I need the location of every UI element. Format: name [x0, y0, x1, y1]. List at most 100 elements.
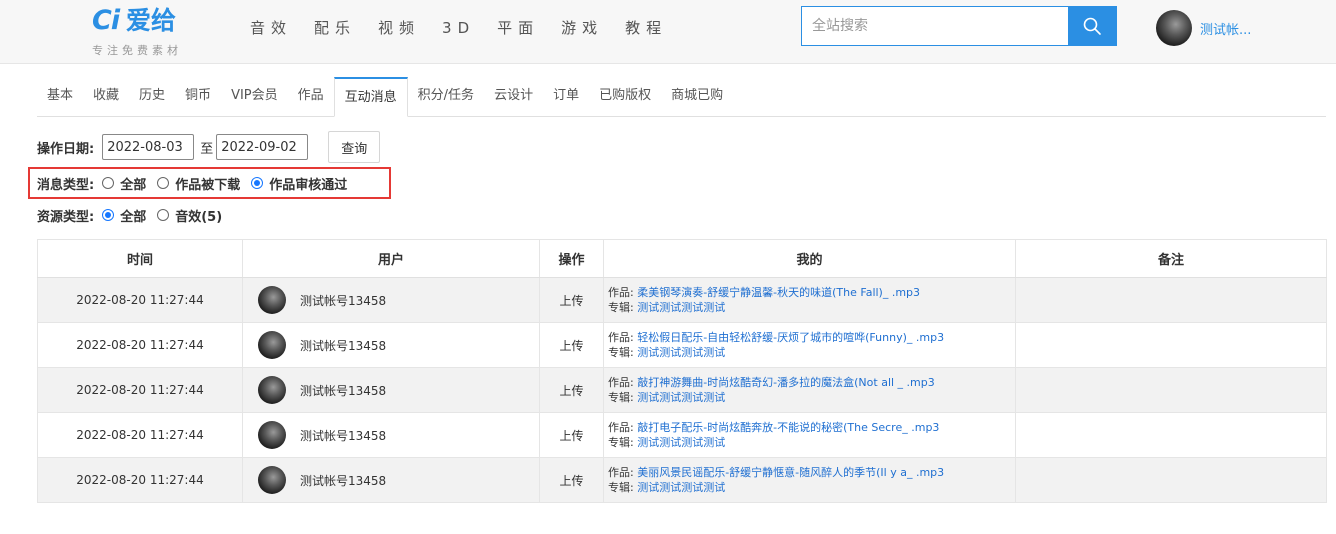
- query-button[interactable]: 查询: [328, 131, 381, 163]
- date-to-input[interactable]: [216, 134, 309, 160]
- res-type-label: 资源类型:: [37, 209, 95, 225]
- album-prefix: 专辑:: [608, 391, 638, 404]
- album-prefix: 专辑:: [608, 346, 638, 359]
- account-tabs: 基本 收藏 历史 铜币 VIP会员 作品 互动消息 积分/任务 云设计 订单 已购版权 商城已购: [37, 76, 1326, 117]
- user-name: 测试帐号13458: [300, 383, 387, 398]
- column-header: 我的: [603, 239, 1016, 278]
- work-line: 作品: 敲打神游舞曲-时尚炫酷奇幻-潘多拉的魔法盒(Not all _ .mp3: [608, 375, 1015, 390]
- nav-item[interactable]: 3D: [442, 0, 475, 56]
- avatar: [1156, 10, 1192, 46]
- tab-item[interactable]: 互动消息: [333, 77, 408, 117]
- cell-note: [1015, 457, 1327, 503]
- search-button[interactable]: [1068, 7, 1116, 45]
- cell-time: 2022-08-20 11:27:44: [37, 457, 243, 503]
- album-prefix: 专辑:: [608, 301, 638, 314]
- column-header: 时间: [37, 239, 243, 278]
- cell-user: 测试帐号13458: [242, 322, 540, 368]
- cell-note: [1015, 412, 1327, 458]
- avatar: [258, 376, 286, 404]
- cell-note: [1015, 322, 1327, 368]
- tab-item[interactable]: 商城已购: [661, 76, 733, 116]
- user-name: 测试帐...: [1200, 22, 1252, 38]
- tab-item[interactable]: 云设计: [484, 76, 543, 116]
- message-table: 时间 用户 操作 我的 备注 2022-08-20 11:27:44 测试帐号13458 上…: [37, 239, 1327, 503]
- album-line: 专辑: 测试测试测试测试: [608, 390, 1015, 405]
- cell-mine: 作品: 柔美钢琴演奏-舒缓宁静温馨-秋天的味道(The Fall)_ .mp3 专…: [603, 277, 1016, 323]
- date-from-input[interactable]: [102, 134, 195, 160]
- user-info[interactable]: 测试帐号13458: [258, 466, 539, 494]
- user-name: 测试帐号13458: [300, 473, 387, 488]
- site-search: [801, 6, 1117, 46]
- cell-operation: 上传: [539, 277, 604, 323]
- nav-item[interactable]: 游戏: [561, 0, 603, 56]
- work-link[interactable]: 轻松假日配乐-自由轻松舒缓-厌烦了城市的喧哗(Funny)_ .mp3: [637, 331, 944, 344]
- cell-time: 2022-08-20 11:27:44: [37, 412, 243, 458]
- cell-time: 2022-08-20 11:27:44: [37, 367, 243, 413]
- work-link[interactable]: 柔美钢琴演奏-舒缓宁静温馨-秋天的味道(The Fall)_ .mp3: [637, 286, 920, 299]
- user-name: 测试帐号13458: [300, 428, 387, 443]
- work-link[interactable]: 敲打神游舞曲-时尚炫酷奇幻-潘多拉的魔法盒(Not all _ .mp3: [637, 376, 935, 389]
- cell-mine: 作品: 敲打电子配乐-时尚炫酷奔放-不能说的秘密(The Secre_ .mp3…: [603, 412, 1016, 458]
- tab-item[interactable]: 作品: [288, 76, 334, 116]
- work-link[interactable]: 美丽风景民谣配乐-舒缓宁静惬意-随风醉人的季节(Il y a_ .mp3: [637, 466, 944, 479]
- tab-item[interactable]: VIP会员: [221, 76, 288, 116]
- table-row: 2022-08-20 11:27:44 测试帐号13458 上传 作品: 敲打神游舞曲…: [37, 367, 1327, 413]
- highlight-box: [28, 167, 391, 199]
- nav-item[interactable]: 平面: [497, 0, 539, 56]
- album-link[interactable]: 测试测试测试测试: [637, 391, 725, 404]
- radio-option[interactable]: 全部: [102, 206, 146, 225]
- tab-item[interactable]: 订单: [543, 76, 589, 116]
- avatar: [258, 421, 286, 449]
- radio-button[interactable]: [102, 209, 115, 221]
- search-icon: [1083, 17, 1101, 35]
- column-header: 用户: [242, 239, 540, 278]
- album-prefix: 专辑:: [608, 481, 638, 494]
- album-link[interactable]: 测试测试测试测试: [637, 301, 725, 314]
- album-link[interactable]: 测试测试测试测试: [637, 481, 725, 494]
- user-menu[interactable]: 测试帐...: [1156, 9, 1251, 47]
- user-info[interactable]: 测试帐号13458: [258, 331, 539, 359]
- search-input[interactable]: [802, 7, 1068, 45]
- cell-time: 2022-08-20 11:27:44: [37, 277, 243, 323]
- logo-name: 爱给: [126, 6, 177, 35]
- user-info[interactable]: 测试帐号13458: [258, 376, 539, 404]
- avatar: [258, 466, 286, 494]
- work-link[interactable]: 敲打电子配乐-时尚炫酷奔放-不能说的秘密(The Secre_ .mp3: [637, 421, 939, 434]
- cell-note: [1015, 367, 1327, 413]
- album-link[interactable]: 测试测试测试测试: [637, 436, 725, 449]
- date-label: 操作日期:: [37, 141, 95, 157]
- column-header: 操作: [539, 239, 604, 278]
- cell-time: 2022-08-20 11:27:44: [37, 322, 243, 368]
- radio-button[interactable]: [157, 209, 170, 221]
- cell-operation: 上传: [539, 412, 604, 458]
- nav-item[interactable]: 教程: [625, 0, 667, 56]
- tab-item[interactable]: 已购版权: [589, 76, 661, 116]
- cell-operation: 上传: [539, 322, 604, 368]
- user-name: 测试帐号13458: [300, 293, 387, 308]
- logo-slogan: 专注免费素材: [92, 44, 182, 57]
- tab-item[interactable]: 收藏: [83, 76, 129, 116]
- user-info[interactable]: 测试帐号13458: [258, 286, 539, 314]
- work-prefix: 作品:: [608, 421, 638, 434]
- nav-item[interactable]: 配乐: [314, 0, 356, 56]
- work-prefix: 作品:: [608, 376, 638, 389]
- album-line: 专辑: 测试测试测试测试: [608, 300, 1015, 315]
- site-header: Ci 爱给 专注免费素材 音效配乐视频 3D 平面游戏教程 测试帐...: [0, 0, 1336, 64]
- radio-label: 全部: [120, 209, 147, 225]
- user-info[interactable]: 测试帐号13458: [258, 421, 539, 449]
- tab-item[interactable]: 历史: [129, 76, 175, 116]
- album-link[interactable]: 测试测试测试测试: [637, 346, 725, 359]
- res-type-filter: 资源类型: 全部 音效(5): [37, 204, 233, 226]
- cell-mine: 作品: 敲打神游舞曲-时尚炫酷奇幻-潘多拉的魔法盒(Not all _ .mp3…: [603, 367, 1016, 413]
- radio-option[interactable]: 音效(5): [157, 206, 222, 225]
- nav-item[interactable]: 音效: [250, 0, 292, 56]
- tab-item[interactable]: 基本: [37, 76, 83, 116]
- tab-item[interactable]: 铜币: [175, 76, 221, 116]
- table-row: 2022-08-20 11:27:44 测试帐号13458 上传 作品: 敲打电子配乐…: [37, 412, 1327, 458]
- site-logo[interactable]: Ci 爱给 专注免费素材: [92, 4, 212, 60]
- tab-item[interactable]: 积分/任务: [408, 76, 484, 116]
- table-row: 2022-08-20 11:27:44 测试帐号13458 上传 作品: 轻松假日配乐…: [37, 322, 1327, 368]
- work-line: 作品: 美丽风景民谣配乐-舒缓宁静惬意-随风醉人的季节(Il y a_ .mp3: [608, 465, 1015, 480]
- nav-item[interactable]: 视频: [378, 0, 420, 56]
- cell-operation: 上传: [539, 457, 604, 503]
